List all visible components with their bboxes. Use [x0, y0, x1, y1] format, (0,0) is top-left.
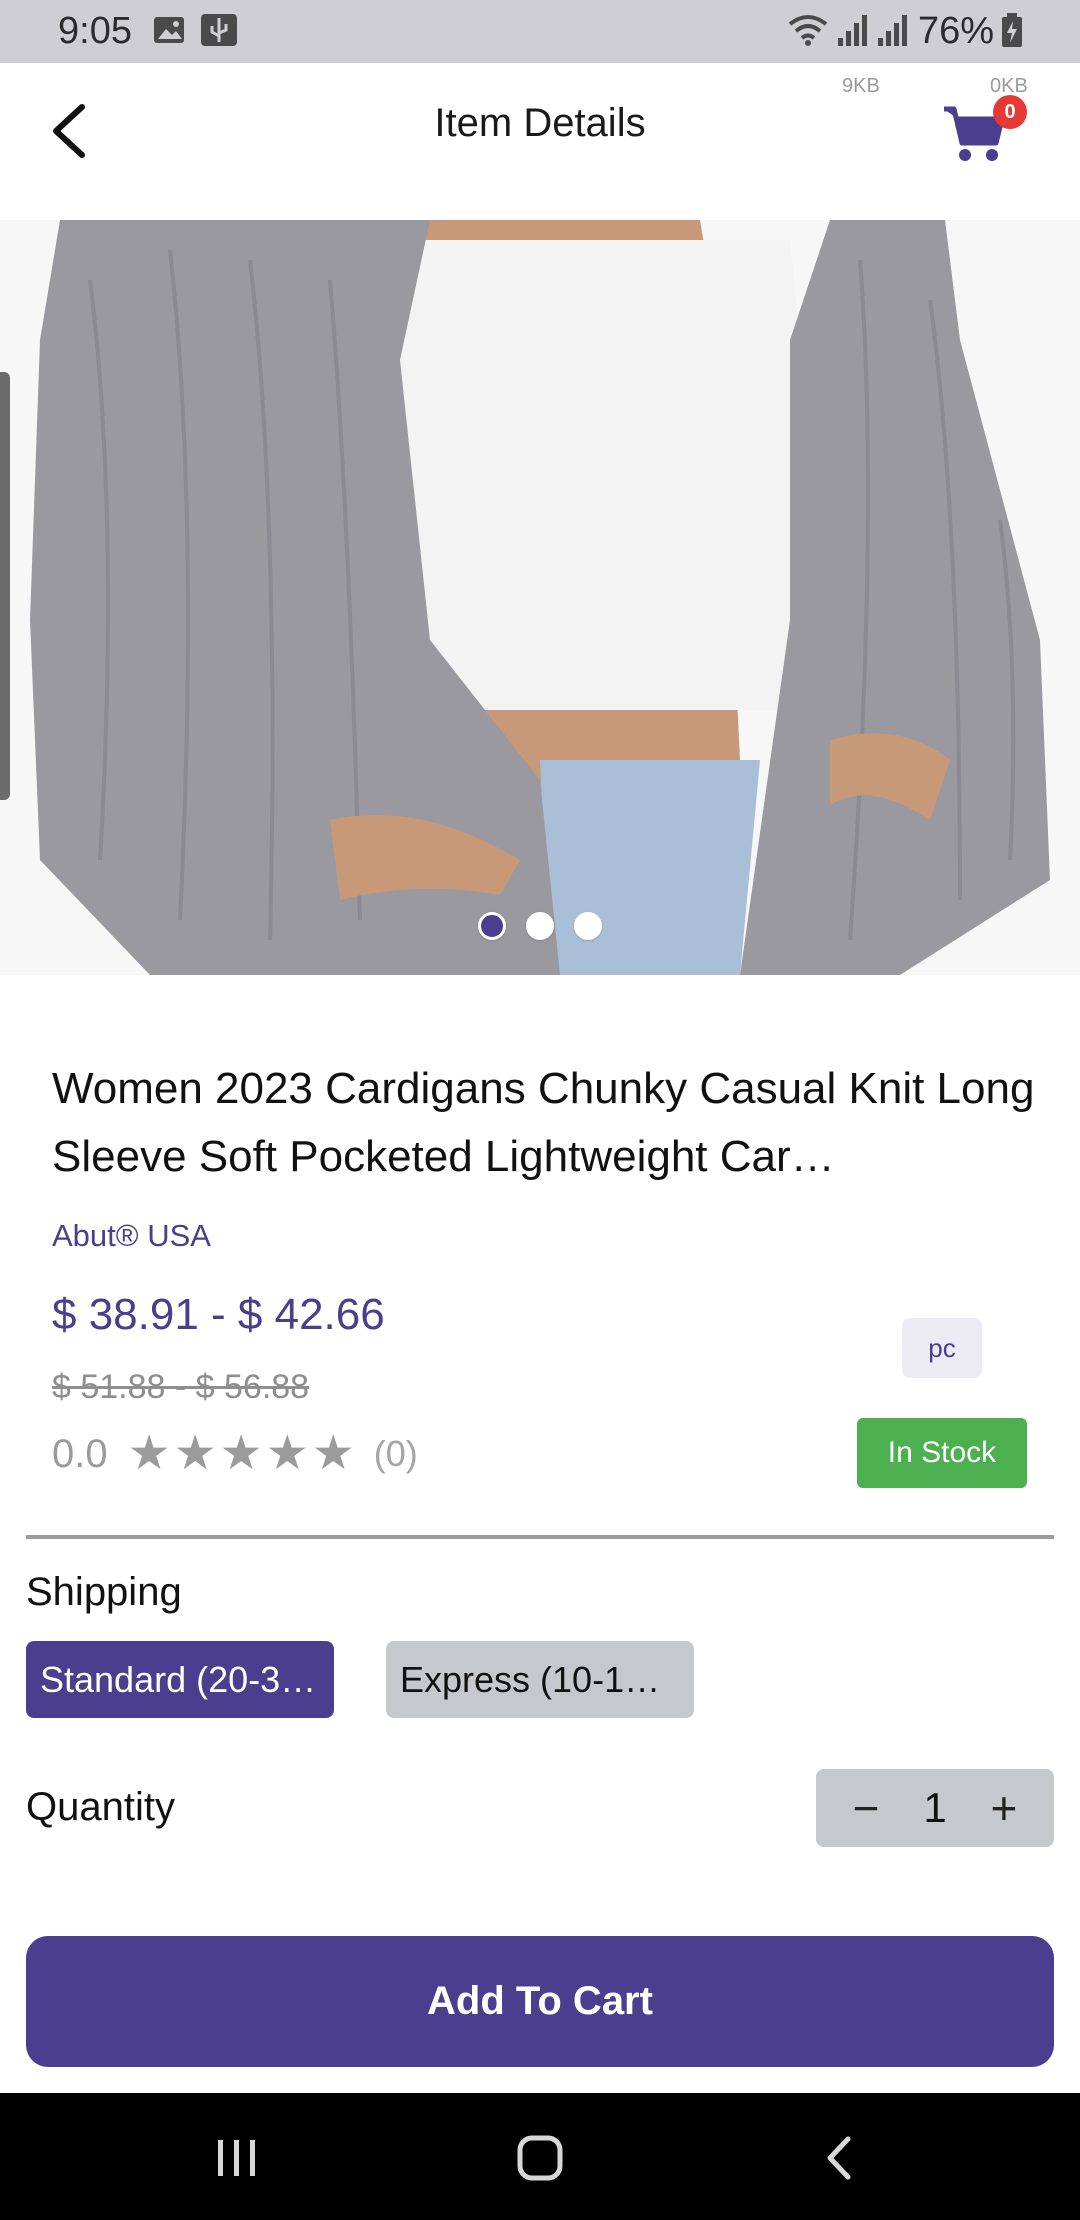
- scroll-handle[interactable]: [0, 372, 10, 800]
- increment-button[interactable]: +: [984, 1785, 1024, 1831]
- system-nav-bar: [0, 2093, 1080, 2220]
- page-title: Item Details: [434, 101, 646, 145]
- shipping-option-express[interactable]: Express (10-1…: [386, 1641, 694, 1718]
- carousel-dot-2[interactable]: [526, 912, 554, 940]
- battery-charging-icon: [1002, 13, 1022, 47]
- back-icon: [827, 2136, 851, 2180]
- brand-link[interactable]: Abut® USA: [52, 1218, 211, 1254]
- star-icon: ★: [127, 1427, 171, 1480]
- quantity-value: 1: [923, 1784, 947, 1831]
- status-time: 9:05: [58, 10, 132, 52]
- star-icon: ★: [173, 1427, 217, 1480]
- status-bar: 9:05 76%: [0, 0, 1080, 63]
- cart-button[interactable]: 0: [940, 93, 1027, 173]
- review-count: (0): [373, 1433, 418, 1474]
- rating-value: 0.0: [52, 1431, 108, 1476]
- shipping-option-standard[interactable]: Standard (20-3…: [26, 1641, 334, 1718]
- recent-apps-button[interactable]: [197, 2123, 277, 2193]
- usb-icon: [201, 14, 237, 46]
- recent-apps-icon: [218, 2140, 255, 2176]
- unit-badge: pc: [902, 1318, 982, 1378]
- home-icon: [517, 2135, 563, 2181]
- wifi-icon: [788, 15, 828, 46]
- home-button[interactable]: [500, 2123, 580, 2193]
- battery-percent: 76%: [918, 10, 995, 52]
- back-nav-button[interactable]: [800, 2123, 880, 2193]
- carousel-indicator: [0, 912, 1080, 940]
- add-to-cart-button[interactable]: Add To Cart: [26, 1936, 1054, 2067]
- app-header: Item Details 9KB 0KB 0: [0, 63, 1080, 218]
- carousel-dot-1[interactable]: [478, 912, 506, 940]
- divider: [26, 1535, 1054, 1539]
- cart-count-badge: 0: [993, 95, 1027, 129]
- star-icon: ★: [311, 1427, 355, 1480]
- product-image: [0, 220, 1080, 975]
- image-icon: [154, 17, 184, 43]
- decrement-button[interactable]: −: [846, 1785, 886, 1831]
- product-image-carousel[interactable]: [0, 220, 1080, 975]
- signal-icon: [878, 15, 907, 46]
- star-icon: ★: [265, 1427, 309, 1480]
- net-speed-up: 9KB: [842, 75, 880, 97]
- stock-status-badge: In Stock: [857, 1418, 1027, 1488]
- price-range: $ 38.91 - $ 42.66: [52, 1290, 385, 1339]
- product-title: Women 2023 Cardigans Chunky Casual Knit …: [52, 1064, 1035, 1181]
- rating-row: 0.0 ★ ★ ★ ★ ★ (0): [52, 1430, 418, 1478]
- quantity-stepper: − 1 +: [816, 1769, 1054, 1847]
- shipping-label: Shipping: [26, 1570, 182, 1614]
- quantity-label: Quantity: [26, 1785, 175, 1829]
- original-price-range: $ 51.88 - $ 56.88: [52, 1368, 310, 1406]
- star-icon: ★: [219, 1427, 263, 1480]
- carousel-dot-3[interactable]: [574, 912, 602, 940]
- signal-icon: [838, 15, 867, 46]
